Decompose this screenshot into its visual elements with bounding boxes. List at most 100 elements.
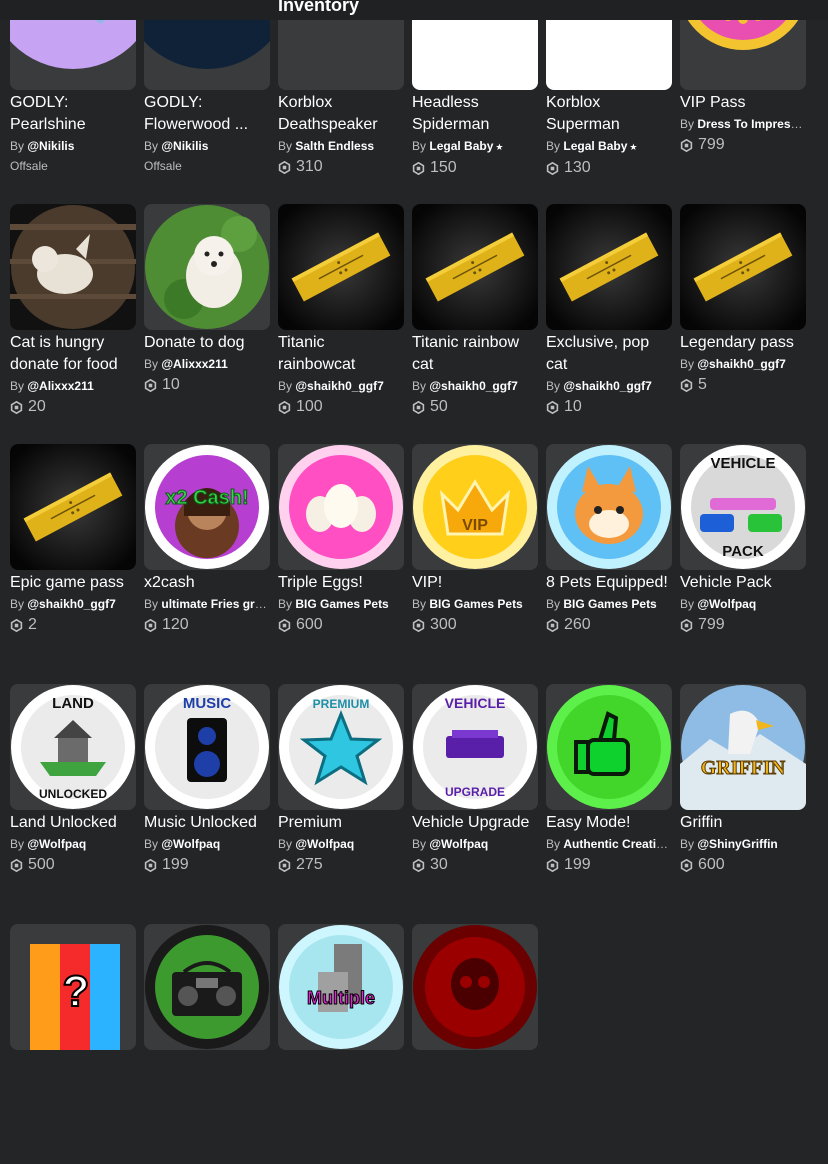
gamepass-ticket-icon[interactable] (680, 204, 806, 330)
item-card[interactable]: VIP VIP! By BIG Games Pets 300 (412, 444, 538, 684)
music-speaker-icon[interactable]: MUSIC (144, 684, 270, 810)
item-card[interactable]: GODLY: Flowerwood ... By @Nikilis Offsale (144, 0, 270, 204)
item-card[interactable]: Triple Eggs! By BIG Games Pets 600 (278, 444, 404, 684)
creator-link[interactable]: @Wolfpaq (295, 837, 354, 851)
item-card[interactable]: VEHICLE UPGRADE Vehicle Upgrade By @Wolfpaq… (412, 684, 538, 924)
creator-link[interactable]: Salth Endless (295, 139, 374, 153)
creator-link[interactable]: Legal Baby (429, 139, 493, 153)
creator-link[interactable]: @Wolfpaq (429, 837, 488, 851)
item-name[interactable]: Headless Spiderman (412, 92, 538, 136)
item-name[interactable]: Griffin (680, 812, 806, 834)
creator-link[interactable]: @shaikh0_ggf7 (429, 379, 517, 393)
item-name[interactable]: Epic game pass (10, 572, 136, 594)
land-unlocked-icon[interactable]: LAND UNLOCKED (10, 684, 136, 810)
item-name[interactable]: Cat is hungry donate for food (10, 332, 136, 376)
creator-link[interactable]: BIG Games Pets (295, 597, 388, 611)
creator-link[interactable]: @shaikh0_ggf7 (295, 379, 383, 393)
item-name[interactable]: Easy Mode! (546, 812, 672, 834)
gamepass-ticket-icon[interactable] (10, 444, 136, 570)
vehicle-upgrade-icon[interactable]: VEHICLE UPGRADE (412, 684, 538, 810)
creator-link[interactable]: @Alixxx211 (27, 379, 93, 393)
creator-link[interactable]: @shaikh0_ggf7 (27, 597, 115, 611)
creator-link[interactable]: @shaikh0_ggf7 (563, 379, 651, 393)
item-card[interactable]: Korblox Superman By Legal Baby ★ 130 (546, 0, 672, 204)
by-label: By (10, 597, 25, 611)
item-card[interactable]: Epic game pass By @shaikh0_ggf7 2 (10, 444, 136, 684)
item-name[interactable]: Vehicle Pack (680, 572, 806, 594)
item-name[interactable]: Korblox Superman (546, 92, 672, 136)
item-name[interactable]: Music Unlocked (144, 812, 270, 834)
creator-link[interactable]: Legal Baby (563, 139, 627, 153)
thumbs-up-icon[interactable] (546, 684, 672, 810)
item-name[interactable]: GODLY: Pearlshine (10, 92, 136, 136)
item-name[interactable]: VIP Pass (680, 92, 806, 114)
item-name[interactable]: Korblox Deathspeaker (278, 92, 404, 136)
item-card[interactable]: x2 Cash! x2cash By ultimate Fries gro... 12… (144, 444, 270, 684)
item-card[interactable]: ? (10, 924, 136, 1164)
item-card[interactable]: Titanic rainbow cat By @shaikh0_ggf7 50 (412, 204, 538, 444)
creator-link[interactable]: BIG Games Pets (563, 597, 656, 611)
item-name[interactable]: Triple Eggs! (278, 572, 404, 594)
premium-star-icon[interactable]: PREMIUM (278, 684, 404, 810)
vehicle-pack-icon[interactable]: VEHICLE PACK (680, 444, 806, 570)
creator-link[interactable]: BIG Games Pets (429, 597, 522, 611)
creator-link[interactable]: @Alixxx211 (161, 357, 227, 371)
item-card[interactable]: GRIFFIN Griffin By @ShinyGriffin 600 (680, 684, 806, 924)
creator-link[interactable]: @Wolfpaq (161, 837, 220, 851)
item-card[interactable]: MUSIC Music Unlocked By @Wolfpaq 199 (144, 684, 270, 924)
item-name[interactable]: Exclusive, pop cat (546, 332, 672, 376)
creator-link[interactable]: ultimate Fries gro... (161, 597, 270, 611)
griffin-icon[interactable]: GRIFFIN (680, 684, 806, 810)
item-card[interactable] (412, 924, 538, 1164)
item-card[interactable]: Exclusive, pop cat By @shaikh0_ggf7 10 (546, 204, 672, 444)
creator-link[interactable]: @Wolfpaq (27, 837, 86, 851)
item-card[interactable]: GODLY: Pearlshine By @Nikilis Offsale (10, 0, 136, 204)
item-name[interactable]: Land Unlocked (10, 812, 136, 834)
item-card[interactable]: PREMIUM Premium By @Wolfpaq 275 (278, 684, 404, 924)
item-card[interactable]: 8 Pets Equipped! By BIG Games Pets 260 (546, 444, 672, 684)
creator-link[interactable]: @Nikilis (27, 139, 74, 153)
item-name[interactable]: Titanic rainbowcat (278, 332, 404, 376)
creator-link[interactable]: @ShinyGriffin (697, 837, 777, 851)
item-card[interactable]: VIPVIP PassBy Dress To Impress ...799 (680, 0, 806, 204)
item-card[interactable]: LAND UNLOCKED Land Unlocked By @Wolfpaq 500 (10, 684, 136, 924)
item-name[interactable]: Titanic rainbow cat (412, 332, 538, 376)
red-skull-icon[interactable] (412, 924, 538, 1050)
item-card[interactable]: Headless Spiderman By Legal Baby ★ 150 (412, 0, 538, 204)
cat-photo-icon[interactable] (10, 204, 136, 330)
gamepass-ticket-icon[interactable] (412, 204, 538, 330)
item-card[interactable]: Titanic rainbowcat By @shaikh0_ggf7 100 (278, 204, 404, 444)
item-card[interactable]: Donate to dog By @Alixxx211 10 (144, 204, 270, 444)
item-name[interactable]: 8 Pets Equipped! (546, 572, 672, 594)
gamepass-ticket-icon[interactable] (278, 204, 404, 330)
item-name[interactable]: VIP! (412, 572, 538, 594)
x2-cash-icon[interactable]: x2 Cash! (144, 444, 270, 570)
creator-link[interactable]: @Nikilis (161, 139, 208, 153)
boombox-icon[interactable] (144, 924, 270, 1050)
creator-link[interactable]: Dress To Impress ... (697, 117, 806, 131)
item-card[interactable]: Korblox Deathspeaker By Salth Endless 310 (278, 0, 404, 204)
vip-crown-icon[interactable]: VIP (412, 444, 538, 570)
price-value: 799 (698, 136, 725, 153)
creator-link[interactable]: @Wolfpaq (697, 597, 756, 611)
item-name[interactable]: GODLY: Flowerwood ... (144, 92, 270, 136)
multiple-icon[interactable]: Multiple (278, 924, 404, 1050)
item-card[interactable]: Easy Mode! By Authentic Creatio... 199 (546, 684, 672, 924)
item-name[interactable]: x2cash (144, 572, 270, 594)
item-name[interactable]: Vehicle Upgrade (412, 812, 538, 834)
gamepass-ticket-icon[interactable] (546, 204, 672, 330)
item-name[interactable]: Donate to dog (144, 332, 270, 354)
item-name[interactable]: Legendary pass (680, 332, 806, 354)
item-card[interactable]: Cat is hungry donate for food By @Alixxx2… (10, 204, 136, 444)
creator-link[interactable]: @shaikh0_ggf7 (697, 357, 785, 371)
dog-photo-icon[interactable] (144, 204, 270, 330)
lucky-block-icon[interactable]: ? (10, 924, 136, 1050)
triple-eggs-icon[interactable] (278, 444, 404, 570)
item-card[interactable]: VEHICLE PACK Vehicle Pack By @Wolfpaq 799 (680, 444, 806, 684)
item-name[interactable]: Premium (278, 812, 404, 834)
item-card[interactable]: Multiple (278, 924, 404, 1164)
item-card[interactable] (144, 924, 270, 1164)
creator-link[interactable]: Authentic Creatio... (563, 837, 672, 851)
item-card[interactable]: Legendary pass By @shaikh0_ggf7 5 (680, 204, 806, 444)
pet-corgi-icon[interactable] (546, 444, 672, 570)
